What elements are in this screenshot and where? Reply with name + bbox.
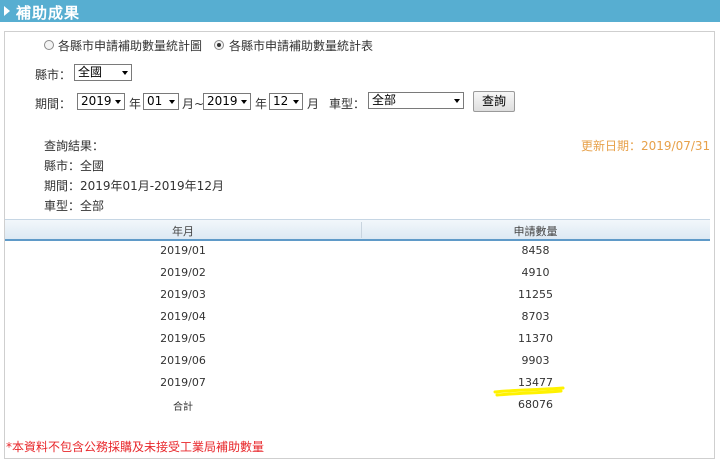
- table-row: 2019/05 11370: [5, 329, 710, 351]
- triangle-right-icon: [4, 6, 10, 16]
- footnote: *本資料不包含公務採購及未接受工業局補助數量: [6, 440, 265, 454]
- cell-total-label: 合計: [173, 402, 193, 413]
- cell-count: 8703: [521, 310, 550, 323]
- radio-chart[interactable]: [44, 40, 54, 50]
- vehicle-label: 車型：: [329, 97, 366, 111]
- table-row: 2019/06 9903: [5, 351, 710, 373]
- end-month-select[interactable]: 12: [269, 93, 303, 110]
- cell-count: 4910: [521, 266, 550, 279]
- year-unit-label: 年: [129, 97, 142, 111]
- query-button[interactable]: 查詢: [473, 91, 515, 112]
- year-unit-label-2: 年: [255, 97, 268, 111]
- update-date: 更新日期：2019/07/31: [581, 139, 711, 153]
- result-heading: 查詢結果：: [44, 139, 105, 153]
- table-row: 2019/07 13477: [5, 373, 710, 395]
- month-unit-label: 月: [307, 97, 320, 111]
- cell-month: 2019/01: [160, 244, 206, 257]
- result-county: 縣市：全國: [44, 159, 105, 173]
- chevron-down-icon: [241, 100, 247, 104]
- county-select-value: 全國: [78, 65, 103, 79]
- section-header: 補助成果: [0, 0, 720, 22]
- radio-table[interactable]: [214, 40, 224, 50]
- section-title: 補助成果: [16, 4, 81, 22]
- cell-month: 2019/03: [160, 288, 206, 301]
- vehicle-select[interactable]: 全部: [368, 92, 464, 109]
- chevron-down-icon: [122, 71, 128, 75]
- period-label: 期間：: [35, 97, 72, 111]
- radio-chart-label[interactable]: 各縣市申請補助數量統計圖: [58, 37, 202, 54]
- chevron-down-icon: [293, 100, 299, 104]
- table-row: 2019/04 8703: [5, 307, 710, 329]
- column-header-month: 年月: [172, 225, 194, 238]
- table-header: 年月 申請數量: [5, 219, 710, 241]
- chevron-down-icon: [115, 100, 121, 104]
- month-tilde-label: 月~: [182, 97, 205, 111]
- cell-total-count: 68076: [518, 398, 553, 411]
- results-table: 年月 申請數量 2019/01 8458 2019/02 4910 2019/0…: [5, 219, 710, 417]
- county-label: 縣市：: [35, 68, 72, 82]
- cell-month: 2019/07: [160, 376, 206, 389]
- cell-count: 11370: [518, 332, 553, 345]
- table-row: 2019/01 8458: [5, 241, 710, 263]
- radio-table-label[interactable]: 各縣市申請補助數量統計表: [229, 37, 373, 54]
- cell-month: 2019/02: [160, 266, 206, 279]
- end-month-value: 12: [273, 94, 289, 108]
- table-total-row: 合計 68076: [5, 395, 710, 417]
- highlight-annotation: [493, 386, 565, 397]
- cell-month: 2019/05: [160, 332, 206, 345]
- cell-month: 2019/04: [160, 310, 206, 323]
- table-row: 2019/03 11255: [5, 285, 710, 307]
- table-row: 2019/02 4910: [5, 263, 710, 285]
- vehicle-select-value: 全部: [372, 93, 397, 107]
- result-vehicle: 車型：全部: [44, 199, 105, 213]
- cell-count: 9903: [521, 354, 550, 367]
- chevron-down-icon: [169, 100, 175, 104]
- chevron-down-icon: [454, 99, 460, 103]
- result-period: 期間：2019年01月-2019年12月: [44, 179, 224, 193]
- column-header-count: 申請數量: [513, 225, 558, 238]
- start-month-select[interactable]: 01: [143, 93, 179, 110]
- county-select[interactable]: 全國: [74, 64, 132, 81]
- start-year-value: 2019: [81, 94, 112, 108]
- cell-count: 8458: [521, 244, 550, 257]
- start-month-value: 01: [147, 94, 163, 108]
- cell-month: 2019/06: [160, 354, 206, 367]
- start-year-select[interactable]: 2019: [77, 93, 125, 110]
- end-year-select[interactable]: 2019: [203, 93, 251, 110]
- end-year-value: 2019: [207, 94, 238, 108]
- cell-count: 11255: [518, 288, 553, 301]
